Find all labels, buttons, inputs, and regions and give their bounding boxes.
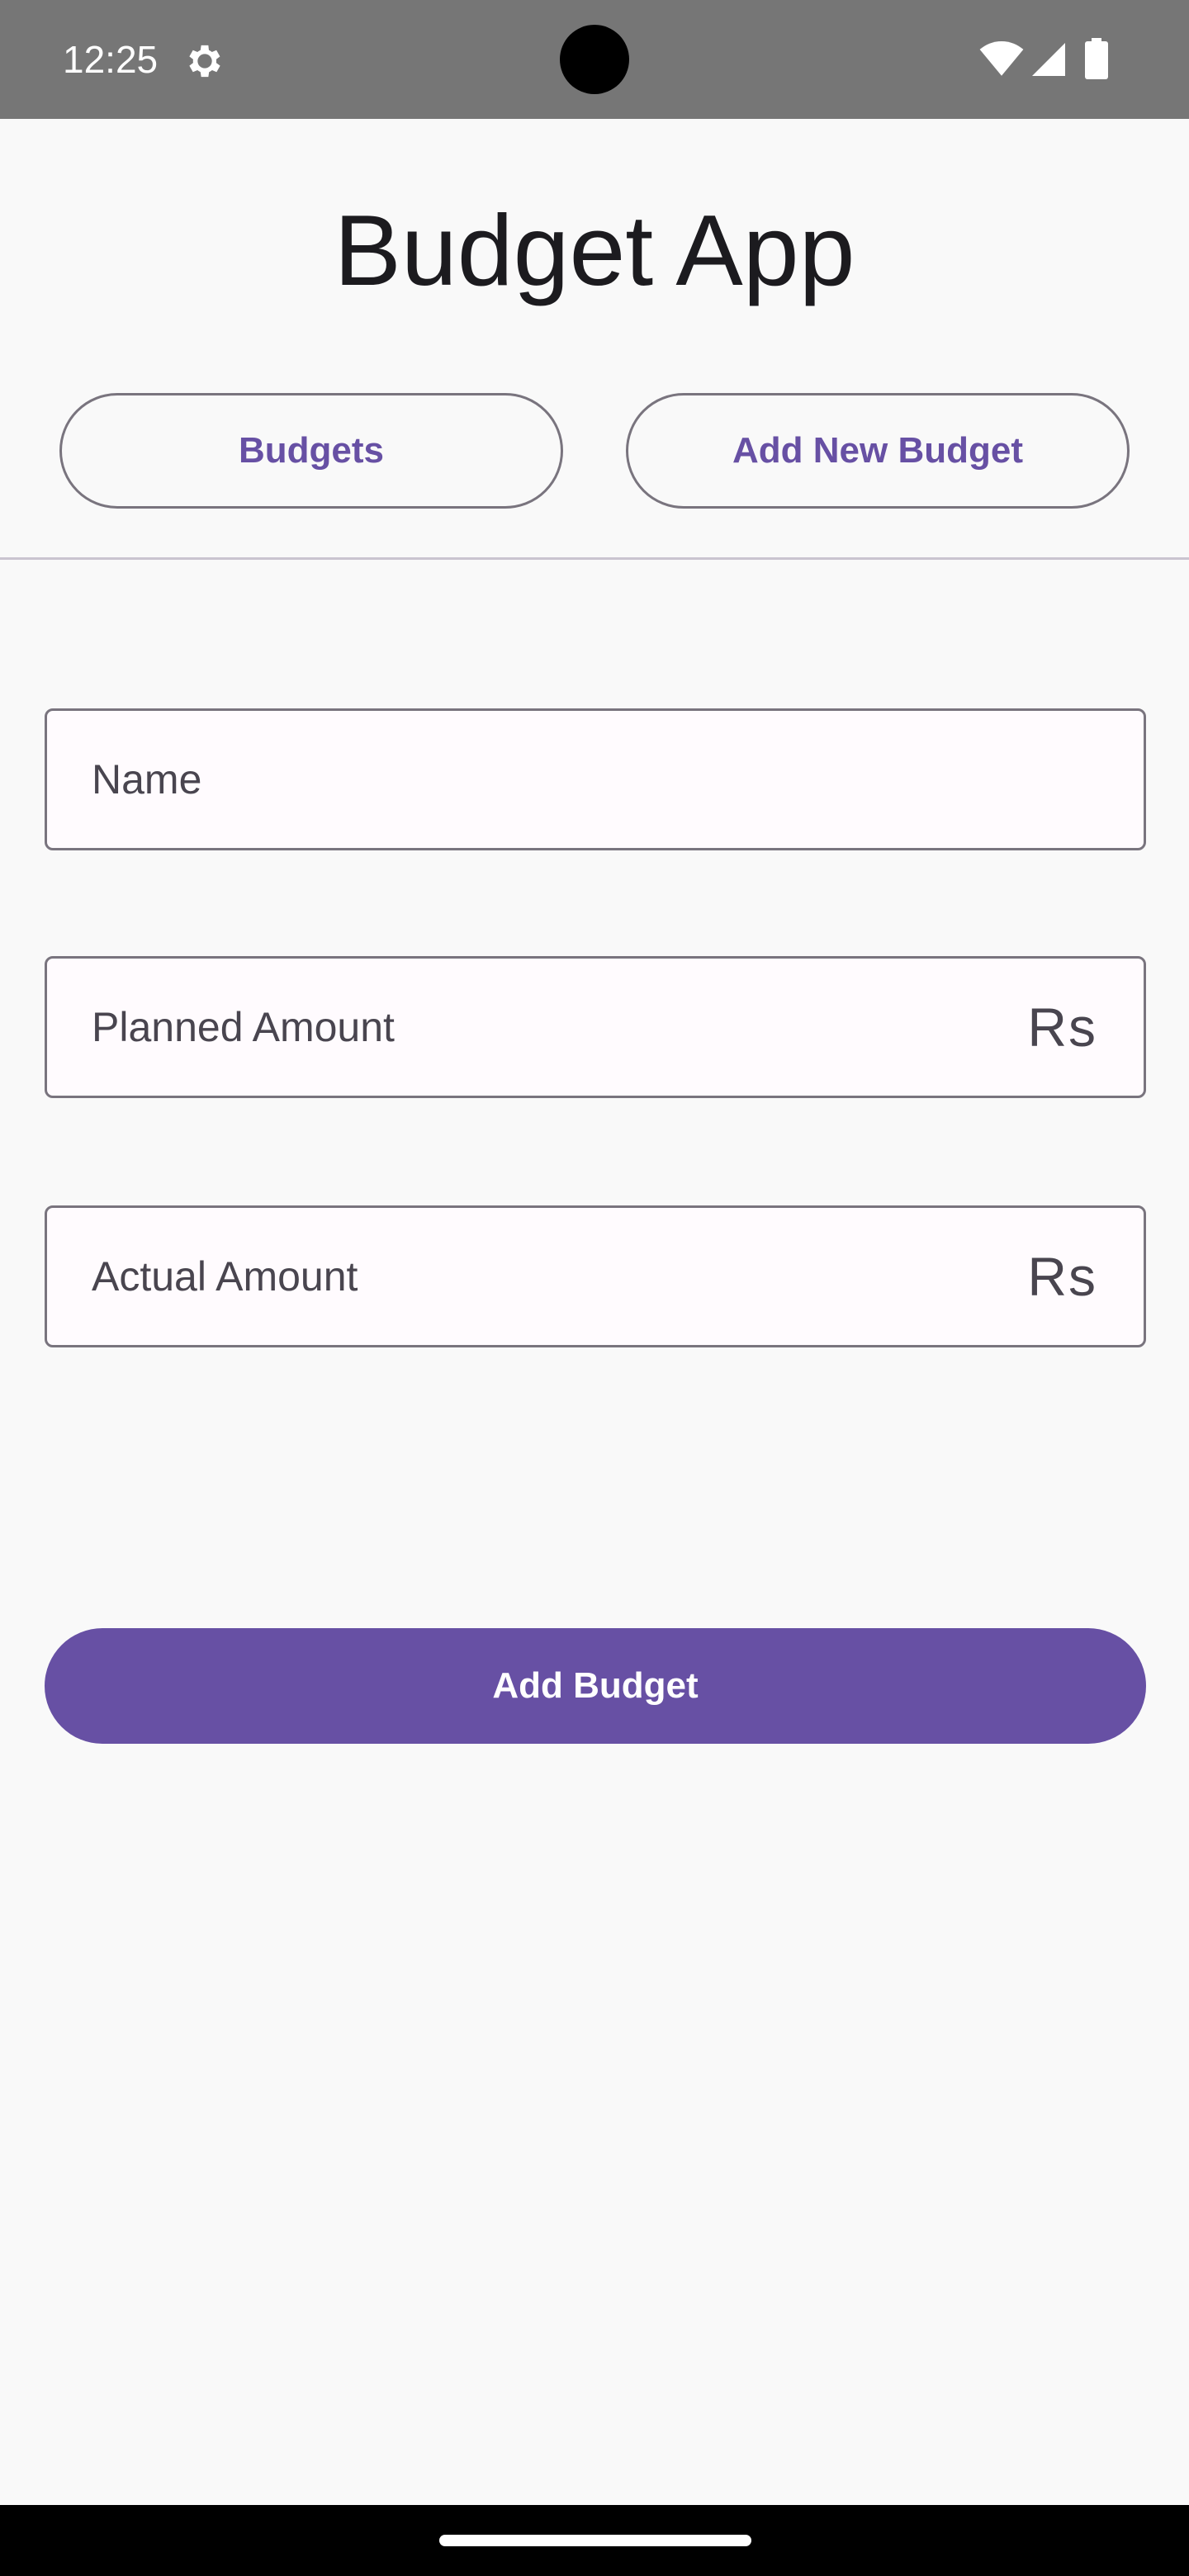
rupee-icon: Rs [1027, 1246, 1097, 1307]
rupee-icon: Rs [1027, 997, 1097, 1058]
add-budget-button[interactable]: Add Budget [45, 1628, 1146, 1744]
actual-amount-placeholder: Actual Amount [92, 1253, 358, 1300]
name-field-placeholder: Name [92, 756, 202, 803]
page-title: Budget App [334, 194, 855, 306]
gear-icon [189, 45, 220, 78]
signal-icon [1032, 43, 1065, 76]
name-field[interactable]: Name [45, 708, 1146, 850]
actual-amount-field[interactable]: Actual Amount Rs [45, 1205, 1146, 1347]
battery-icon [1085, 38, 1108, 79]
home-handle[interactable] [439, 2535, 751, 2546]
planned-amount-placeholder: Planned Amount [92, 1004, 395, 1050]
budgets-button[interactable]: Budgets [59, 393, 563, 509]
wifi-icon [979, 41, 1024, 76]
planned-amount-field[interactable]: Planned Amount Rs [45, 956, 1146, 1098]
status-bar: 12:25 [0, 0, 1189, 119]
add-new-budget-button[interactable]: Add New Budget [626, 393, 1130, 509]
divider [0, 557, 1189, 560]
camera-cutout [560, 25, 629, 94]
status-time: 12:25 [63, 38, 159, 81]
system-nav-bar [0, 2505, 1189, 2576]
